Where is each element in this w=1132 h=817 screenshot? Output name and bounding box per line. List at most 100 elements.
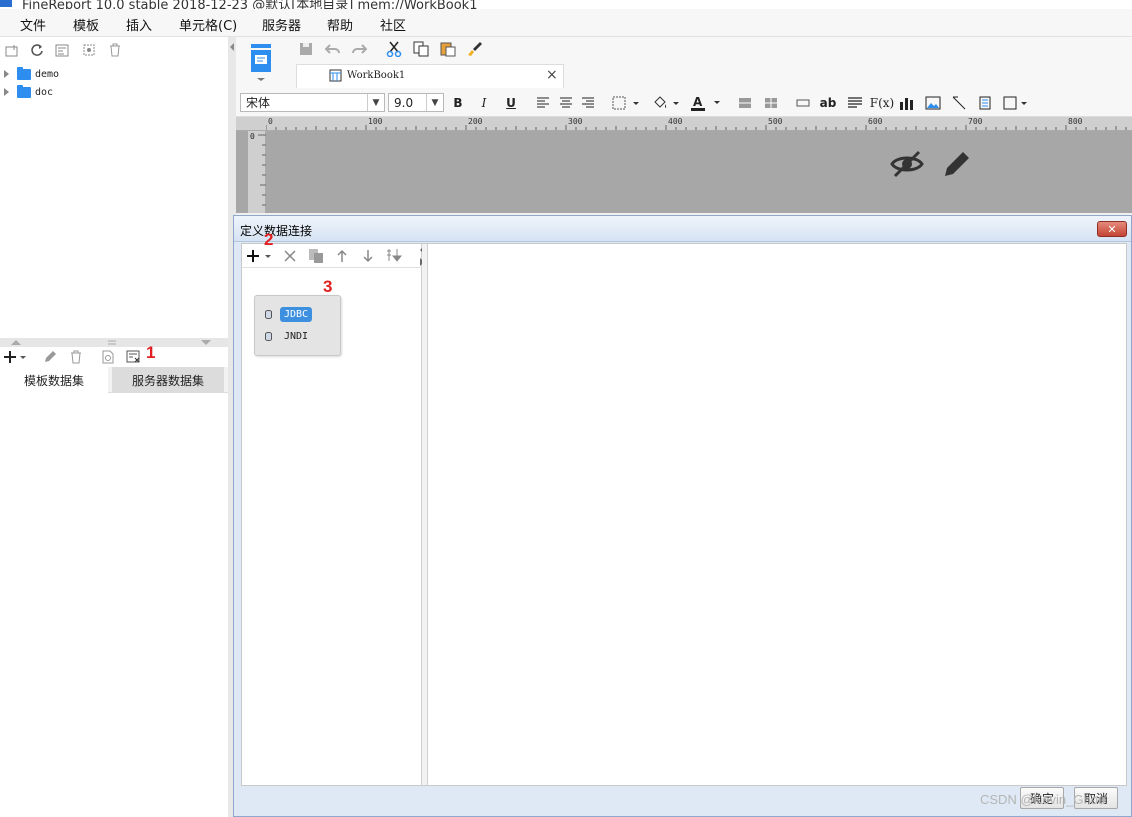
report-canvas[interactable] bbox=[236, 131, 1132, 213]
dataset-tabs: 模板数据集 服务器数据集 bbox=[0, 367, 228, 393]
move-down-icon[interactable] bbox=[359, 248, 377, 264]
merge-cells-icon[interactable] bbox=[736, 95, 754, 111]
server-dataset-icon[interactable] bbox=[126, 349, 142, 365]
dialog-body: JDBC JNDI bbox=[241, 243, 1127, 786]
collapse-down-icon[interactable] bbox=[200, 339, 212, 346]
menu-insert[interactable]: 插入 bbox=[126, 15, 152, 34]
font-size-select[interactable]: 9.0 ▼ bbox=[388, 93, 444, 112]
expand-arrow-icon[interactable] bbox=[4, 88, 9, 96]
menu-item-label: JNDI bbox=[284, 330, 309, 342]
tree-item-demo[interactable]: demo bbox=[4, 66, 59, 82]
tab-template-dataset[interactable]: 模板数据集 bbox=[0, 367, 108, 393]
collapse-up-icon[interactable] bbox=[10, 339, 22, 346]
text-field-icon[interactable] bbox=[794, 95, 812, 111]
redo-icon[interactable] bbox=[351, 41, 367, 57]
image-icon[interactable] bbox=[924, 95, 942, 111]
move-up-icon[interactable] bbox=[333, 248, 351, 264]
remove-connection-icon[interactable] bbox=[281, 248, 299, 264]
border-icon[interactable] bbox=[611, 95, 641, 111]
menu-cell[interactable]: 单元格(C) bbox=[179, 15, 237, 34]
menu-community[interactable]: 社区 bbox=[380, 15, 406, 34]
database-icon bbox=[265, 309, 272, 319]
delete-dataset-icon[interactable] bbox=[68, 349, 84, 365]
paste-icon[interactable] bbox=[440, 41, 456, 57]
annotation-number-3: 3 bbox=[323, 277, 333, 296]
tree-item-doc[interactable]: doc bbox=[4, 84, 53, 100]
add-dataset-icon[interactable] bbox=[3, 349, 27, 365]
format-painter-icon[interactable] bbox=[467, 41, 483, 57]
text-button[interactable]: ab bbox=[819, 95, 837, 111]
paragraph-icon[interactable] bbox=[846, 95, 864, 111]
font-size-value: 9.0 bbox=[394, 95, 414, 110]
undo-icon[interactable] bbox=[325, 41, 341, 57]
folder-icon bbox=[17, 66, 31, 80]
cut-icon[interactable] bbox=[386, 41, 402, 57]
database-icon bbox=[265, 331, 272, 341]
show-template-icon[interactable] bbox=[54, 42, 70, 58]
window-title: FineReport 10.0 stable 2018-12-23 @默认[本地… bbox=[22, 0, 478, 9]
connection-list-panel: JDBC JNDI bbox=[242, 244, 424, 785]
align-center-icon[interactable] bbox=[557, 95, 575, 111]
template-type-icon[interactable] bbox=[248, 44, 274, 81]
menu-server[interactable]: 服务器 bbox=[262, 15, 301, 34]
eye-off-icon[interactable] bbox=[890, 147, 924, 179]
sort-icon[interactable] bbox=[385, 248, 403, 264]
split-cells-icon[interactable] bbox=[762, 95, 780, 111]
font-family-select[interactable]: 宋体 ▼ bbox=[240, 93, 385, 112]
template-tree-pane: demo doc bbox=[0, 37, 228, 817]
close-tab-icon[interactable]: × bbox=[546, 67, 558, 83]
copy-icon[interactable] bbox=[413, 41, 429, 57]
new-folder-icon[interactable] bbox=[4, 42, 20, 58]
subreport-icon[interactable] bbox=[976, 95, 994, 111]
add-connection-icon[interactable] bbox=[246, 248, 272, 264]
vertical-ruler: 0 bbox=[248, 131, 266, 213]
align-left-icon[interactable] bbox=[534, 95, 552, 111]
font-family-value: 宋体 bbox=[246, 96, 271, 110]
ruler-tick: 100 bbox=[368, 117, 383, 126]
slash-icon[interactable] bbox=[950, 95, 968, 111]
fill-color-icon[interactable] bbox=[651, 95, 681, 111]
menu-bar: 文件 模板 插入 单元格(C) 服务器 帮助 社区 bbox=[0, 9, 1132, 37]
canvas-overlay-icons bbox=[888, 145, 978, 181]
save-icon[interactable] bbox=[298, 41, 314, 57]
ruler-tick: 400 bbox=[668, 117, 683, 126]
tab-workbook[interactable]: WorkBook1 × bbox=[296, 64, 564, 88]
underline-button[interactable]: U bbox=[502, 95, 520, 111]
pane-splitter[interactable] bbox=[0, 338, 228, 347]
cell-element-icon[interactable] bbox=[1002, 95, 1028, 111]
menu-item-jndi[interactable]: JNDI bbox=[265, 327, 312, 345]
font-color-icon[interactable]: A bbox=[689, 95, 721, 111]
chevron-down-icon[interactable]: ▼ bbox=[367, 94, 384, 111]
preview-dataset-icon[interactable] bbox=[100, 349, 116, 365]
menu-template[interactable]: 模板 bbox=[73, 15, 99, 34]
pencil-icon[interactable] bbox=[942, 147, 974, 179]
menu-help[interactable]: 帮助 bbox=[327, 15, 353, 34]
menu-item-jdbc[interactable]: JDBC bbox=[265, 305, 313, 323]
dialog-close-button[interactable]: ✕ bbox=[1097, 221, 1127, 237]
ruler-tick: 200 bbox=[468, 117, 483, 126]
copy-connection-icon[interactable] bbox=[307, 248, 325, 264]
add-connection-popup-menu: JDBC JNDI bbox=[254, 295, 341, 356]
horizontal-ruler: 0 100 200 300 400 500 600 700 800 bbox=[236, 117, 1132, 131]
ruler-tick: 0 bbox=[268, 117, 273, 126]
workbook-icon bbox=[329, 69, 342, 82]
edit-icon[interactable] bbox=[42, 349, 58, 365]
formula-button[interactable]: F(x) bbox=[870, 95, 894, 111]
annotation-number-1: 1 bbox=[146, 343, 156, 362]
align-right-icon[interactable] bbox=[579, 95, 597, 111]
chevron-down-icon[interactable]: ▼ bbox=[426, 94, 443, 111]
expand-arrow-icon[interactable] bbox=[4, 70, 9, 78]
folder-icon bbox=[17, 84, 31, 98]
italic-button[interactable]: I bbox=[475, 95, 493, 111]
ruler-tick: 700 bbox=[968, 117, 983, 126]
tab-server-dataset[interactable]: 服务器数据集 bbox=[112, 367, 224, 393]
refresh-icon[interactable] bbox=[29, 42, 45, 58]
chart-icon[interactable] bbox=[898, 95, 916, 111]
dialog-panel-splitter[interactable] bbox=[422, 244, 428, 785]
delete-icon[interactable] bbox=[107, 42, 123, 58]
lock-template-icon[interactable] bbox=[81, 42, 97, 58]
bold-button[interactable]: B bbox=[449, 95, 467, 111]
menu-file[interactable]: 文件 bbox=[20, 15, 46, 34]
tab-label: WorkBook1 bbox=[347, 70, 406, 81]
collapse-left-icon[interactable] bbox=[229, 42, 235, 52]
